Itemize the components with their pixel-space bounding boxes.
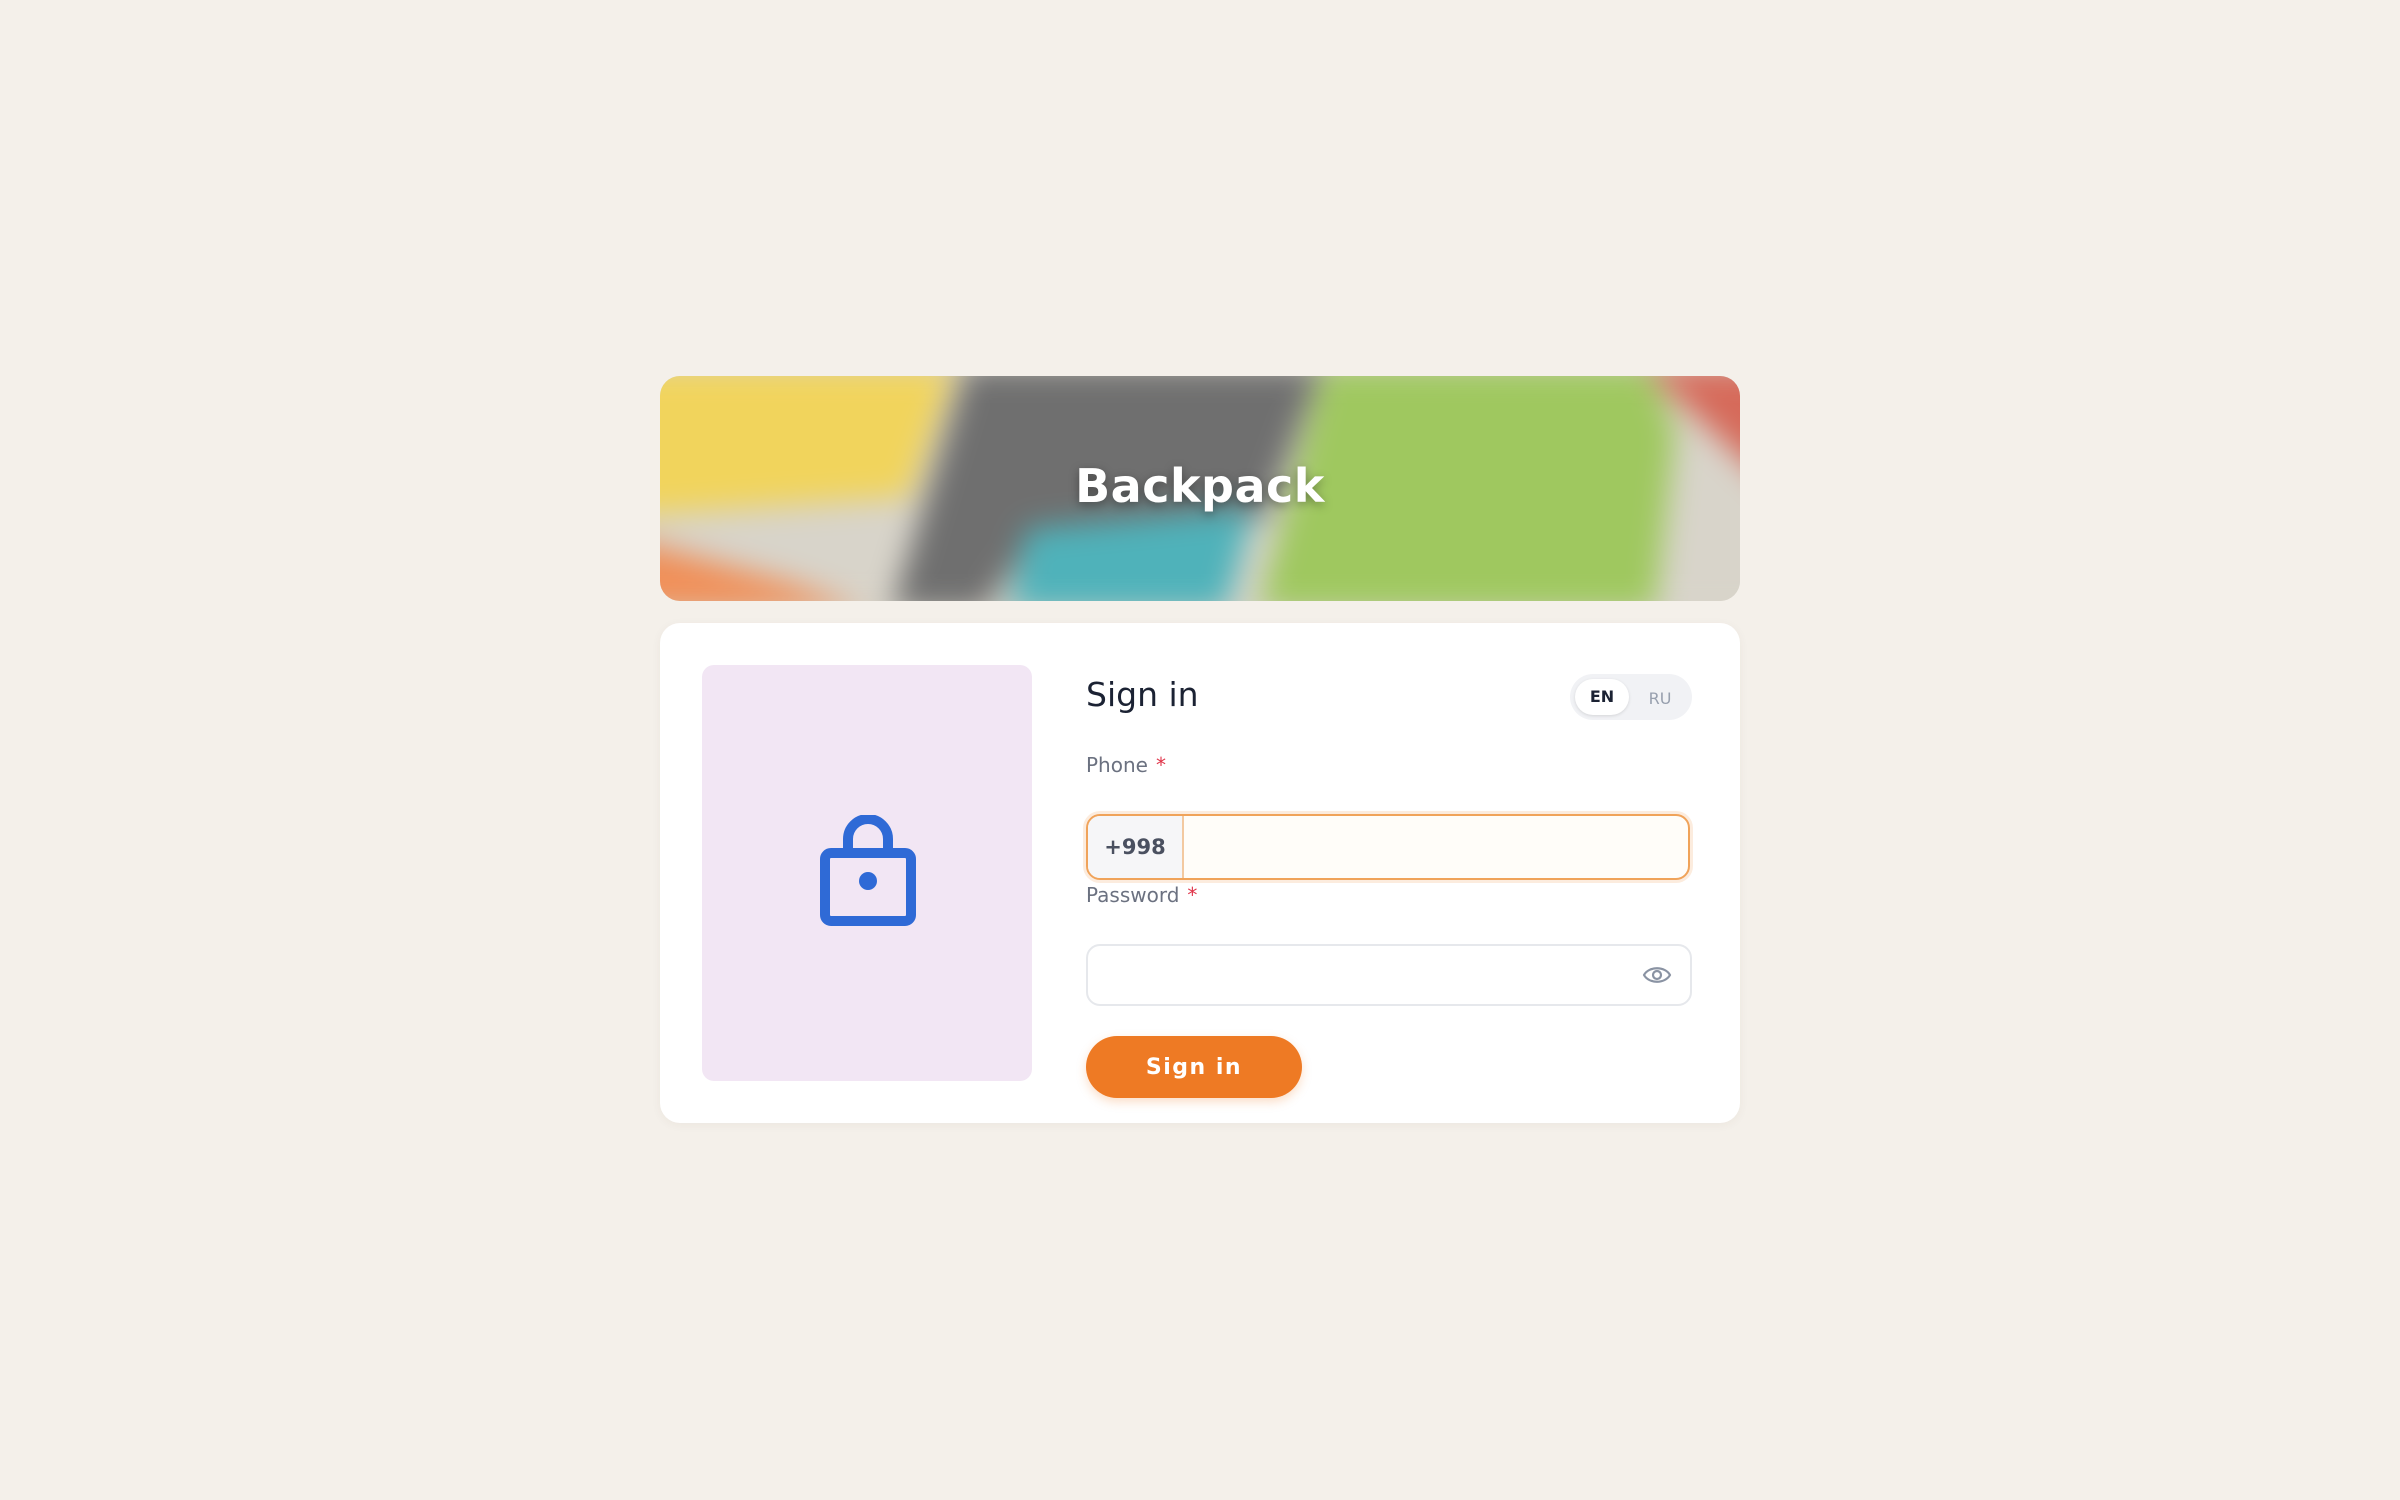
password-label: Password * [1086, 883, 1197, 907]
phone-field: +998 [1086, 814, 1690, 880]
password-label-text: Password [1086, 883, 1180, 907]
language-ru-button[interactable]: RU [1633, 681, 1687, 717]
phone-input[interactable] [1184, 816, 1688, 878]
phone-label: Phone * [1086, 753, 1166, 777]
language-toggle: EN RU [1570, 674, 1692, 720]
signin-button[interactable]: Sign in [1086, 1036, 1302, 1098]
required-marker: * [1155, 753, 1166, 777]
password-field [1086, 944, 1692, 1006]
password-input[interactable] [1088, 946, 1630, 1004]
header-banner: Backpack [660, 376, 1740, 601]
login-page: Backpack Sign in EN RU Phone * +998 Pass… [660, 376, 1740, 1123]
form-title: Sign in [1086, 675, 1199, 714]
illustration-panel [702, 665, 1032, 1081]
app-title: Backpack [1075, 459, 1325, 513]
language-en-button[interactable]: EN [1575, 679, 1629, 715]
signin-card: Sign in EN RU Phone * +998 Password * Si… [660, 623, 1740, 1123]
eye-icon[interactable] [1642, 962, 1672, 988]
phone-country-prefix: +998 [1088, 816, 1184, 878]
phone-label-text: Phone [1086, 753, 1148, 777]
shopping-bag-icon [820, 815, 916, 926]
required-marker: * [1187, 883, 1198, 907]
